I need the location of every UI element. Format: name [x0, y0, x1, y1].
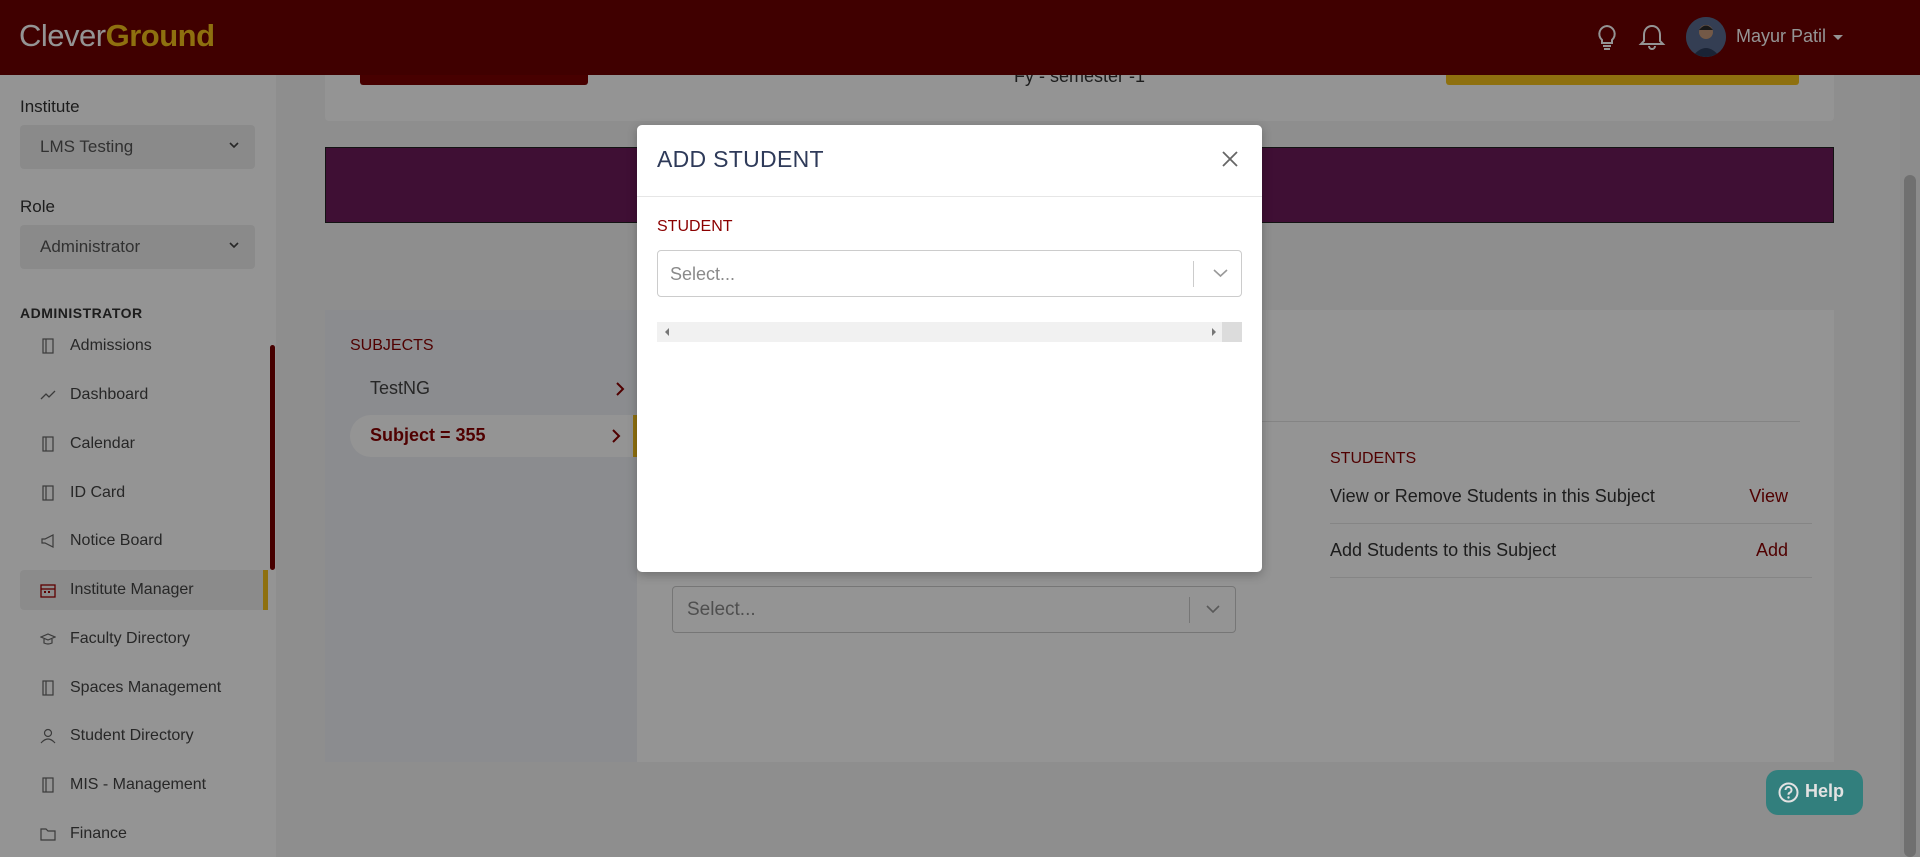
student-select-placeholder: Select... [670, 264, 736, 284]
close-icon[interactable] [1217, 146, 1243, 172]
help-button[interactable]: Help [1766, 770, 1863, 815]
chevron-down-icon [1213, 269, 1228, 278]
modal-title: ADD STUDENT [657, 146, 824, 172]
help-button-label: Help [1805, 781, 1845, 801]
scrollbar-corner [1222, 322, 1242, 342]
horizontal-scrollbar[interactable] [657, 322, 1242, 342]
select-separator [1193, 261, 1194, 287]
student-select[interactable]: Select... [657, 250, 1242, 297]
scroll-left-arrow-icon[interactable] [663, 327, 671, 337]
question-circle-icon [1778, 782, 1799, 803]
scroll-right-arrow-icon[interactable] [1210, 327, 1218, 337]
student-field-label: STUDENT [657, 218, 733, 235]
modal-header: ADD STUDENT [637, 125, 1262, 197]
add-student-modal: ADD STUDENT STUDENT Select... [637, 125, 1262, 572]
